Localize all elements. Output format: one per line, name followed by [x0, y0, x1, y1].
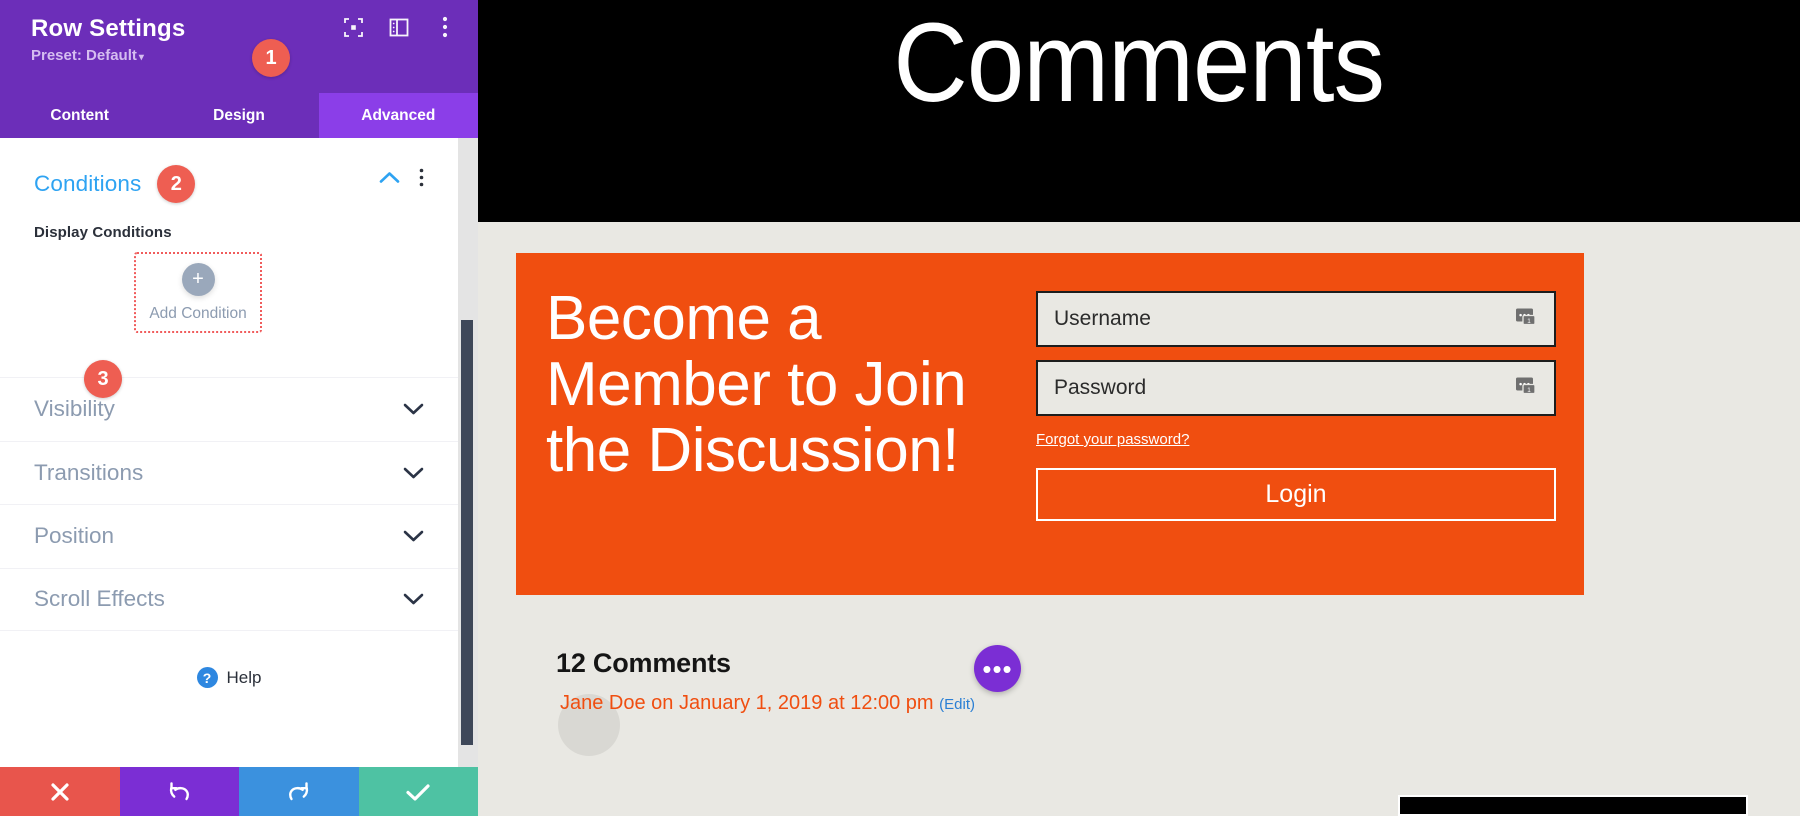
chevron-down-icon	[403, 593, 424, 606]
accordion-label: Scroll Effects	[34, 586, 165, 612]
conditions-header-actions	[379, 168, 424, 187]
cta-text-column: Become a Member to Join the Discussion!	[516, 253, 1036, 595]
panel-scrollbar[interactable]	[458, 138, 478, 767]
step-badge-1: 1	[252, 39, 290, 77]
comment-list-item: Jane Doe on January 1, 2019 at 12:00 pm …	[478, 692, 1800, 756]
comments-count-heading: 12 Comments	[556, 648, 731, 678]
step-badge-3: 3	[84, 360, 122, 398]
login-form-column: Username 1 Password 1 Forgot your passwo…	[1036, 253, 1584, 595]
cta-heading: Become a Member to Join the Discussion!	[546, 284, 967, 485]
conditions-kebab-menu-icon[interactable]	[419, 168, 424, 187]
chevron-down-icon	[403, 403, 424, 416]
display-conditions-label: Display Conditions	[34, 224, 172, 241]
more-options-fab[interactable]: •••	[974, 645, 1021, 692]
settings-tab-bar: Content Design Advanced	[0, 93, 478, 138]
conditions-section-header: Conditions 2	[34, 164, 424, 204]
accordion-item-position[interactable]: Position	[0, 504, 458, 568]
chevron-down-icon	[403, 530, 424, 543]
svg-text:1: 1	[1527, 318, 1531, 325]
accordion-item-transitions[interactable]: Transitions	[0, 440, 458, 505]
accordion-item-visibility[interactable]: Visibility	[0, 377, 458, 441]
kebab-menu-icon[interactable]	[434, 16, 456, 38]
question-mark-icon: ?	[196, 667, 218, 688]
panel-scrollbar-thumb[interactable]	[461, 320, 473, 745]
password-field[interactable]: Password 1	[1036, 360, 1556, 416]
redo-button[interactable]	[239, 767, 359, 816]
forgot-password-link[interactable]: Forgot your password?	[1036, 431, 1189, 448]
username-placeholder: Username	[1054, 307, 1151, 330]
chevron-down-icon: ▾	[138, 52, 144, 63]
chevron-down-icon	[403, 466, 424, 479]
conditions-section: Conditions 2 Display Conditions + Add Co…	[0, 138, 458, 398]
help-button[interactable]: ? Help	[0, 667, 458, 688]
focus-frame-icon[interactable]	[342, 16, 364, 38]
hero-title: Comments	[893, 0, 1386, 125]
membership-cta-row: Become a Member to Join the Discussion! …	[516, 253, 1584, 595]
settings-scroll-area: Conditions 2 Display Conditions + Add Co…	[0, 138, 458, 767]
ellipsis-icon: •••	[982, 653, 1013, 684]
bottom-black-bar	[1398, 795, 1748, 816]
accordion-label: Visibility	[34, 396, 115, 422]
header-icon-group	[342, 16, 456, 38]
password-manager-icon[interactable]: 1	[1516, 306, 1540, 333]
password-manager-icon[interactable]: 1	[1516, 375, 1540, 402]
accordion-label: Position	[34, 523, 115, 549]
hero-banner: Comments	[478, 0, 1800, 222]
tab-content[interactable]: Content	[0, 93, 159, 138]
login-button[interactable]: Login	[1036, 468, 1556, 521]
plus-icon: +	[181, 262, 215, 296]
panel-action-bar	[0, 767, 478, 816]
tab-advanced[interactable]: Advanced	[318, 93, 478, 138]
add-condition-button[interactable]: + Add Condition	[134, 252, 262, 333]
comment-edit-link[interactable]: (Edit)	[939, 696, 975, 713]
advanced-accordion: Visibility Transitions Position Scroll E…	[0, 377, 458, 631]
row-settings-panel: Row Settings Preset: Default ▾ 1 Content…	[0, 0, 478, 816]
accordion-item-scroll-effects[interactable]: Scroll Effects	[0, 567, 458, 631]
panel-header: Row Settings Preset: Default ▾ 1	[0, 0, 478, 93]
preset-label: Preset: Default	[31, 47, 137, 64]
step-badge-2: 2	[157, 165, 196, 203]
chevron-up-icon[interactable]	[379, 171, 400, 184]
password-placeholder: Password	[1054, 376, 1147, 399]
username-field[interactable]: Username 1	[1036, 291, 1556, 347]
conditions-section-title[interactable]: Conditions	[34, 171, 141, 197]
discard-button[interactable]	[0, 767, 120, 816]
layout-columns-icon[interactable]	[388, 16, 410, 38]
save-button[interactable]	[358, 767, 478, 816]
comment-meta: Jane Doe on January 1, 2019 at 12:00 pm …	[560, 692, 975, 715]
undo-button[interactable]	[119, 767, 239, 816]
help-label: Help	[226, 667, 262, 687]
comment-author-and-date[interactable]: Jane Doe on January 1, 2019 at 12:00 pm	[560, 692, 934, 714]
login-button-label: Login	[1265, 480, 1327, 508]
page-preview: Comments Become a Member to Join the Dis…	[478, 0, 1800, 816]
accordion-label: Transitions	[34, 459, 144, 485]
preset-selector[interactable]: Preset: Default ▾	[31, 46, 456, 68]
add-condition-label: Add Condition	[149, 304, 247, 322]
svg-text:1: 1	[1527, 387, 1531, 394]
tab-design[interactable]: Design	[159, 93, 318, 138]
panel-scroll-body: Conditions 2 Display Conditions + Add Co…	[0, 138, 478, 767]
